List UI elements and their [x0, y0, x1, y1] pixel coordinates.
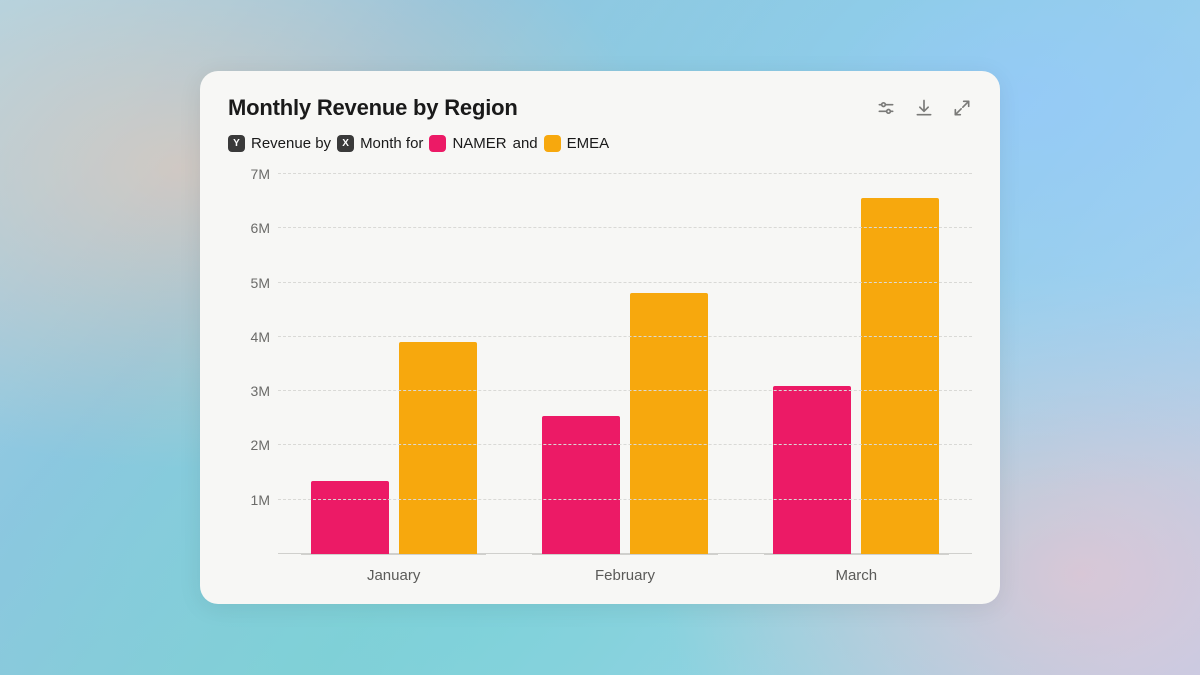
download-icon[interactable]	[914, 98, 934, 118]
bar-emea	[399, 342, 477, 554]
chart-card: Monthly Revenue by Region Y Revenue by X…	[200, 71, 1000, 604]
chart-grid	[278, 174, 972, 554]
bar-namer	[773, 386, 851, 554]
y-axis-badge: Y	[228, 135, 245, 152]
x-tick-label: March	[741, 555, 972, 584]
bar-namer	[542, 416, 620, 554]
y-tick-label: 7M	[251, 166, 270, 182]
gridline	[278, 390, 972, 391]
card-actions	[876, 98, 972, 118]
chart-legend: Y Revenue by X Month for NAMER and EMEA	[228, 135, 972, 152]
y-tick-label: 3M	[251, 383, 270, 399]
bar-emea	[630, 293, 708, 554]
legend-swatch-namer	[429, 135, 446, 152]
gridline	[278, 336, 972, 337]
y-tick-label: 5M	[251, 275, 270, 291]
x-tick-label: January	[278, 555, 509, 584]
bar-group	[278, 174, 509, 554]
card-header: Monthly Revenue by Region	[228, 95, 972, 121]
y-tick-label: 6M	[251, 220, 270, 236]
settings-icon[interactable]	[876, 98, 896, 118]
legend-text: Revenue by	[251, 135, 331, 152]
bar-group	[741, 174, 972, 554]
y-tick-label: 4M	[251, 329, 270, 345]
gridline	[278, 282, 972, 283]
y-axis: 1M2M3M4M5M6M7M	[228, 174, 278, 554]
gridline	[278, 227, 972, 228]
y-tick-label: 2M	[251, 437, 270, 453]
chart-plot: 1M2M3M4M5M6M7M	[228, 174, 972, 554]
legend-text: Month for	[360, 135, 423, 152]
legend-series-emea: EMEA	[567, 135, 610, 152]
gridline	[278, 499, 972, 500]
legend-series-namer: NAMER	[452, 135, 506, 152]
bar-group	[509, 174, 740, 554]
gridline	[278, 444, 972, 445]
expand-icon[interactable]	[952, 98, 972, 118]
x-axis: JanuaryFebruaryMarch	[278, 554, 972, 584]
gridline	[278, 173, 972, 174]
y-tick-label: 1M	[251, 492, 270, 508]
legend-text: and	[513, 135, 538, 152]
bar-namer	[311, 481, 389, 554]
x-axis-badge: X	[337, 135, 354, 152]
bar-groups	[278, 174, 972, 554]
x-tick-label: February	[509, 555, 740, 584]
legend-swatch-emea	[544, 135, 561, 152]
chart-title: Monthly Revenue by Region	[228, 95, 518, 121]
bar-emea	[861, 198, 939, 554]
